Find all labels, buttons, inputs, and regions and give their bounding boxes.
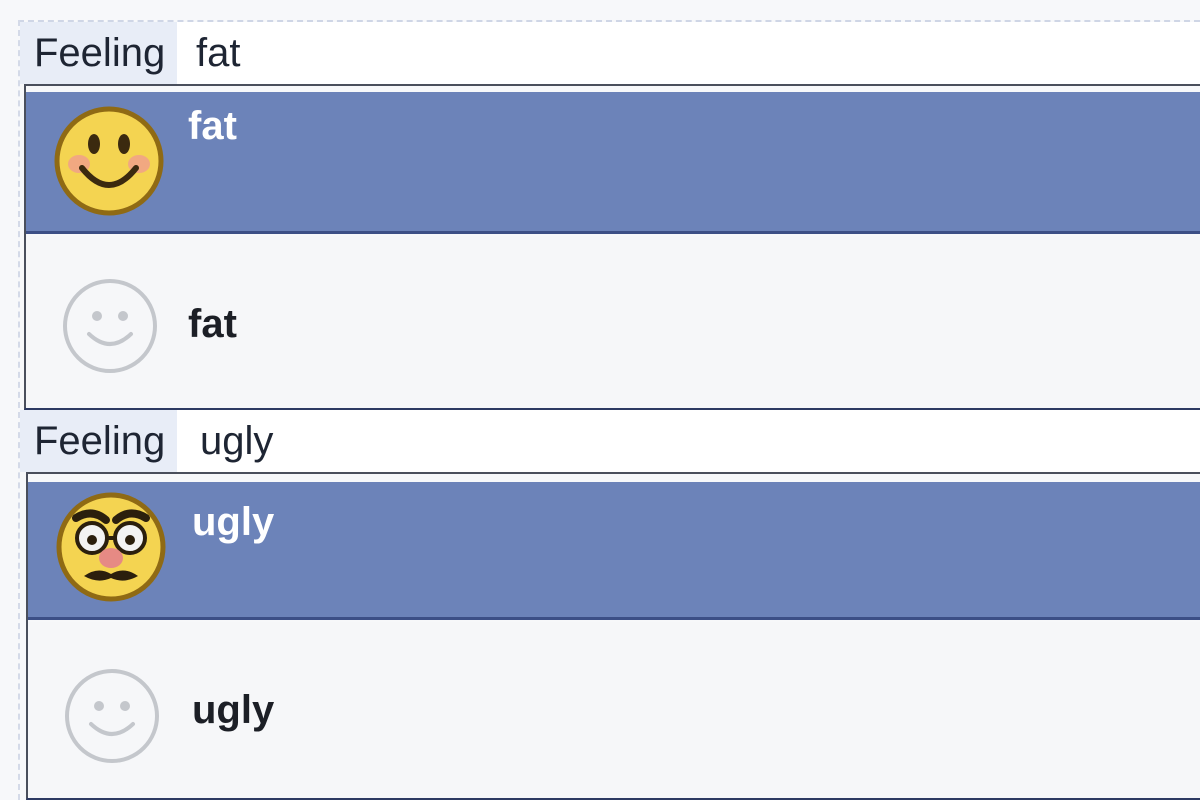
suggestion-option-selected[interactable]: fat	[26, 92, 1200, 234]
feeling-suggestions-dropdown: fat fat	[24, 84, 1200, 410]
feeling-input-row[interactable]: Feeling	[20, 22, 1200, 84]
feeling-tag: Feeling	[20, 22, 178, 84]
suggestion-option-selected[interactable]: ugly	[28, 482, 1200, 620]
suggestion-option[interactable]: ugly	[28, 622, 1200, 798]
feeling-input-row[interactable]: Feeling	[20, 410, 1200, 472]
outline-smiley-icon	[63, 279, 157, 373]
suggestion-label: ugly	[192, 688, 275, 732]
feeling-search-input[interactable]	[196, 22, 1196, 84]
suggestion-label: ugly	[192, 500, 275, 544]
suggestion-label: fat	[188, 302, 237, 346]
feeling-tag: Feeling	[20, 410, 178, 472]
feeling-picker-page: Feeling fat fat Feeling	[0, 0, 1200, 800]
smiling-blush-emoji-icon	[54, 106, 164, 216]
feeling-suggestions-dropdown: ugly ugly	[26, 472, 1200, 800]
suggestion-label: fat	[188, 104, 237, 148]
feeling-search-input[interactable]	[200, 410, 1196, 472]
outline-smiley-icon	[65, 669, 159, 763]
suggestion-option[interactable]: fat	[26, 236, 1200, 408]
disguise-face-emoji-icon	[56, 492, 166, 602]
